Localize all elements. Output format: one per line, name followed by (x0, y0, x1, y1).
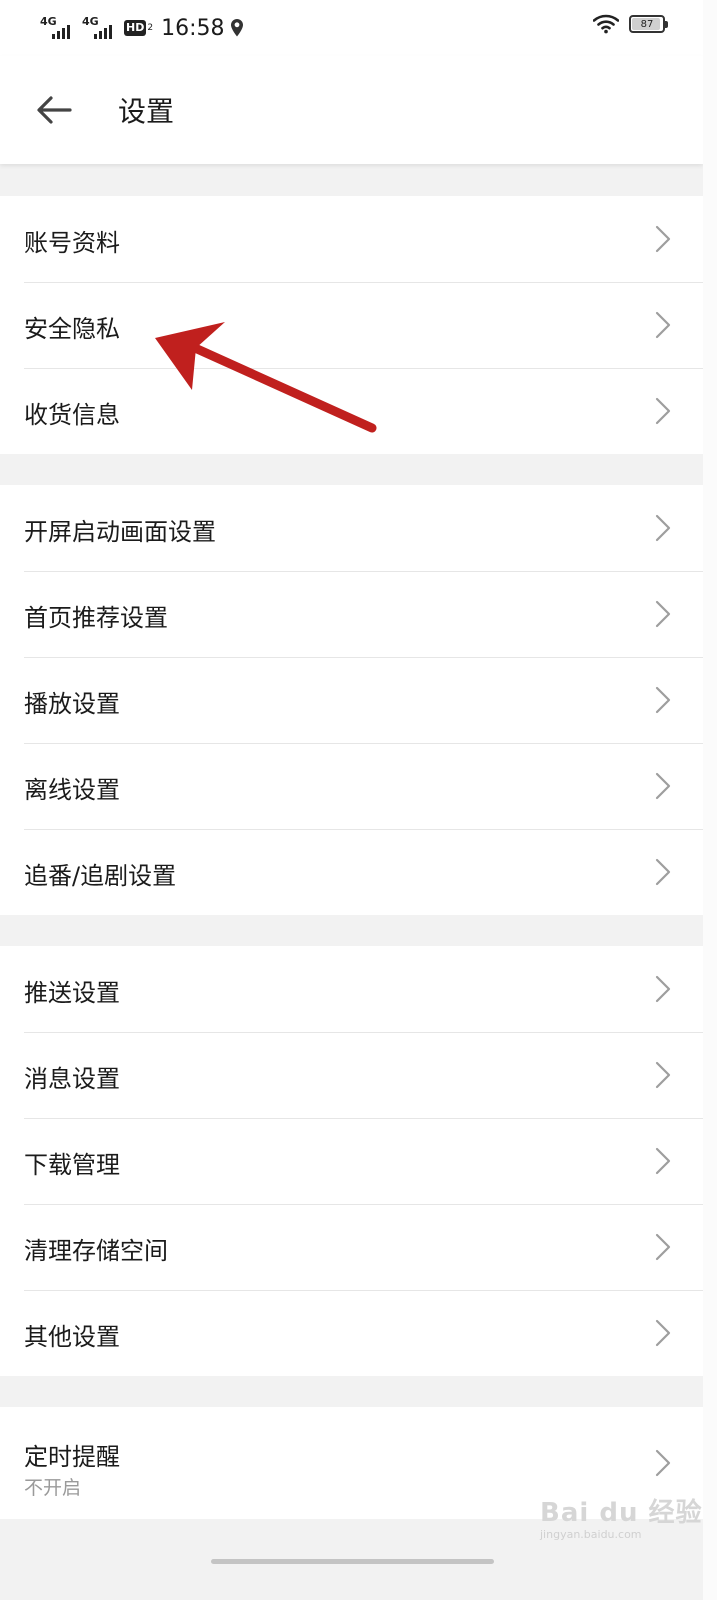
settings-item-label: 安全隐私 (24, 315, 120, 343)
app-header: 设置 (0, 56, 703, 164)
status-time: 16:58 (161, 15, 225, 41)
settings-group-system: 推送设置 消息设置 下载管理 清理存储空间 其他设置 (0, 946, 703, 1376)
watermark-url: jingyan.baidu.com (540, 1528, 642, 1541)
settings-item-playback[interactable]: 播放设置 (0, 657, 703, 743)
settings-item-messages[interactable]: 消息设置 (0, 1032, 703, 1118)
status-right: 87 (593, 14, 668, 34)
settings-item-security-privacy[interactable]: 安全隐私 (0, 282, 703, 368)
chevron-right-icon (655, 975, 671, 1003)
home-indicator[interactable] (211, 1559, 494, 1564)
settings-item-label: 追番/追剧设置 (24, 862, 177, 890)
cellular-signal-icon: 4G (40, 15, 76, 41)
settings-group-display: 开屏启动画面设置 首页推荐设置 播放设置 离线设置 追番/追剧设置 (0, 485, 703, 915)
settings-screen: 4G 4G HD 2 16:58 87 设置 账号资料 安全隐私 收货信息 开屏… (0, 0, 703, 1600)
settings-item-label: 清理存储空间 (24, 1237, 168, 1265)
chevron-right-icon (655, 1449, 671, 1477)
settings-item-label: 其他设置 (24, 1323, 120, 1351)
settings-item-home-recommend[interactable]: 首页推荐设置 (0, 571, 703, 657)
settings-item-label: 播放设置 (24, 690, 120, 718)
settings-item-clear-storage[interactable]: 清理存储空间 (0, 1204, 703, 1290)
settings-item-label: 推送设置 (24, 979, 120, 1007)
settings-item-label: 首页推荐设置 (24, 604, 168, 632)
settings-group-account: 账号资料 安全隐私 收货信息 (0, 196, 703, 454)
wifi-icon (593, 14, 619, 34)
settings-item-downloads[interactable]: 下载管理 (0, 1118, 703, 1204)
watermark-logo: Bai du 经验 (540, 1498, 703, 1528)
chevron-right-icon (655, 225, 671, 253)
settings-item-offline[interactable]: 离线设置 (0, 743, 703, 829)
hd-sub-label: 2 (147, 22, 154, 33)
chevron-right-icon (655, 1233, 671, 1261)
chevron-right-icon (655, 772, 671, 800)
settings-item-follow-series[interactable]: 追番/追剧设置 (0, 829, 703, 915)
hd-label: HD (124, 20, 147, 36)
settings-item-label: 定时提醒 (24, 1443, 120, 1471)
chevron-right-icon (655, 1147, 671, 1175)
chevron-right-icon (655, 397, 671, 425)
settings-item-label: 离线设置 (24, 776, 120, 804)
page-title: 设置 (118, 95, 175, 128)
chevron-right-icon (655, 311, 671, 339)
settings-item-value: 不开启 (24, 1477, 82, 1499)
screen-edge (703, 0, 717, 1600)
chevron-right-icon (655, 858, 671, 886)
chevron-right-icon (655, 1061, 671, 1089)
settings-item-push[interactable]: 推送设置 (0, 946, 703, 1032)
chevron-right-icon (655, 600, 671, 628)
battery-icon: 87 (629, 15, 668, 33)
chevron-right-icon (655, 686, 671, 714)
cellular-signal-icon-2: 4G (82, 15, 118, 41)
settings-item-other[interactable]: 其他设置 (0, 1290, 703, 1376)
chevron-right-icon (655, 1319, 671, 1347)
hd-voice-icon: HD 2 (124, 20, 153, 36)
status-left: 4G 4G HD 2 16:58 (40, 12, 244, 44)
battery-level: 87 (640, 18, 654, 30)
settings-item-label: 收货信息 (24, 401, 120, 429)
settings-item-label: 开屏启动画面设置 (24, 518, 216, 546)
chevron-right-icon (655, 514, 671, 542)
settings-item-shipping-info[interactable]: 收货信息 (0, 368, 703, 454)
settings-item-label: 消息设置 (24, 1065, 120, 1093)
location-icon (231, 19, 244, 37)
settings-item-label: 下载管理 (24, 1151, 120, 1179)
back-arrow-icon[interactable] (34, 92, 74, 128)
status-bar: 4G 4G HD 2 16:58 87 (0, 0, 703, 56)
settings-item-label: 账号资料 (24, 229, 120, 257)
settings-item-account-profile[interactable]: 账号资料 (0, 196, 703, 282)
settings-item-splash-screen[interactable]: 开屏启动画面设置 (0, 485, 703, 571)
